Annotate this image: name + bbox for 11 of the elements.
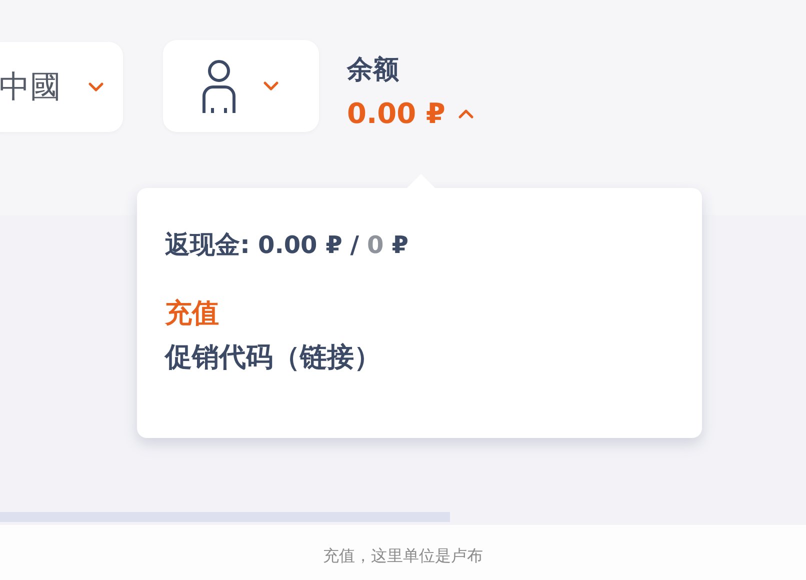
separator: /	[350, 231, 360, 259]
user-icon	[202, 58, 236, 114]
cashback-limit: 0	[367, 231, 384, 259]
cashback-amount: 0.00 ₽	[258, 231, 342, 259]
currency: ₽	[392, 231, 408, 259]
cashback-label: 返现金:	[165, 229, 250, 261]
account-button[interactable]	[163, 40, 319, 132]
image-caption: 充值，这里单位是卢布	[323, 546, 483, 567]
balance-label: 余额	[347, 54, 400, 87]
promo-code-link[interactable]: 促销代码（链接）	[165, 339, 381, 375]
language-selector[interactable]: 中國	[0, 42, 123, 132]
